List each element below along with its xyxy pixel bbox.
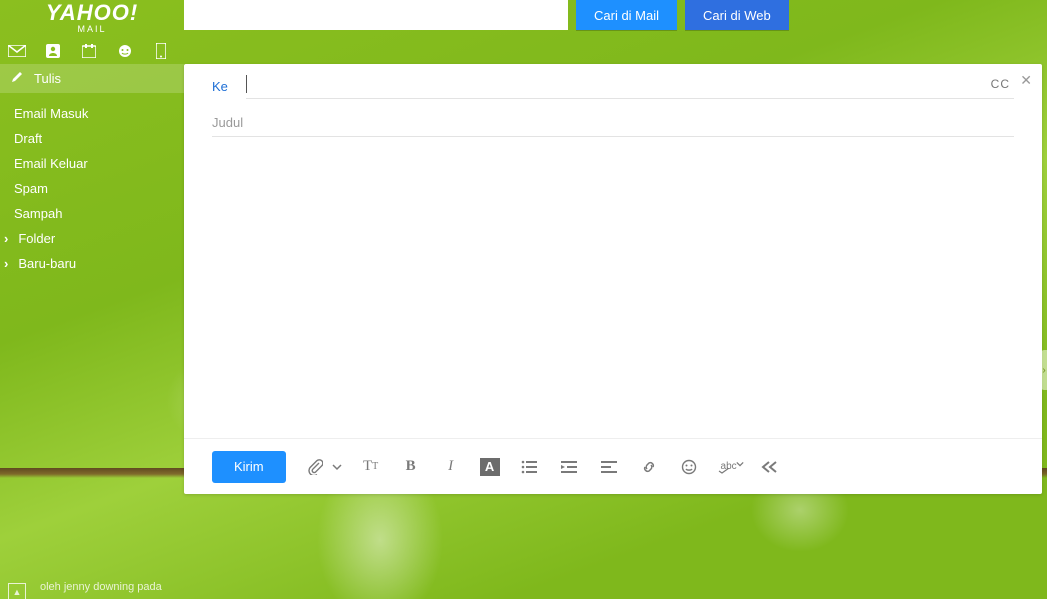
mobile-icon[interactable]: [152, 44, 170, 58]
compose-button[interactable]: Tulis: [0, 64, 184, 93]
font-size-icon[interactable]: TT: [360, 456, 382, 478]
search-input[interactable]: [184, 0, 568, 30]
search-mail-button[interactable]: Cari di Mail: [576, 0, 677, 30]
theme-image-icon[interactable]: ▲: [8, 583, 26, 599]
cc-button[interactable]: CC: [987, 77, 1014, 91]
align-icon[interactable]: [598, 456, 620, 478]
folder-trash[interactable]: Sampah: [0, 201, 184, 226]
italic-icon[interactable]: I: [440, 456, 462, 478]
pencil-icon: [10, 70, 24, 87]
body-editor[interactable]: [184, 145, 1042, 438]
font-color-icon[interactable]: A: [480, 458, 500, 476]
logo-subtext: MAIL: [0, 24, 184, 34]
logo[interactable]: YAHOO! MAIL: [0, 0, 184, 34]
expand-recent[interactable]: Baru-baru: [0, 251, 184, 276]
send-button[interactable]: Kirim: [212, 451, 286, 483]
folder-inbox[interactable]: Email Masuk: [0, 101, 184, 126]
link-icon[interactable]: [638, 456, 660, 478]
emoji-icon[interactable]: [678, 456, 700, 478]
text-cursor: [246, 75, 247, 93]
contacts-icon[interactable]: [44, 44, 62, 58]
compose-panel: ✕ Ke CC Kirim TT B I A: [184, 64, 1042, 494]
logo-text: YAHOO!: [0, 0, 184, 26]
collapse-toolbar-icon[interactable]: [758, 456, 780, 478]
close-icon[interactable]: ✕: [1020, 72, 1032, 89]
messenger-icon[interactable]: [116, 44, 134, 58]
bullet-list-icon[interactable]: [518, 456, 540, 478]
folder-spam[interactable]: Spam: [0, 176, 184, 201]
subject-field[interactable]: [212, 111, 1014, 137]
folder-sent[interactable]: Email Keluar: [0, 151, 184, 176]
spellcheck-icon[interactable]: abc: [718, 456, 740, 478]
theme-credit: oleh jenny downing pada: [40, 581, 162, 593]
to-field[interactable]: [251, 74, 987, 94]
search-web-button[interactable]: Cari di Web: [685, 0, 789, 30]
chevron-down-icon[interactable]: [332, 456, 342, 478]
compose-toolbar: Kirim TT B I A abc: [184, 438, 1042, 494]
right-panel-toggle[interactable]: ›: [1041, 350, 1047, 390]
expand-folders[interactable]: Folder: [0, 226, 184, 251]
indent-icon[interactable]: [558, 456, 580, 478]
mail-icon[interactable]: [8, 44, 26, 58]
bold-icon[interactable]: B: [400, 456, 422, 478]
compose-label: Tulis: [34, 71, 61, 86]
to-label: Ke: [212, 79, 234, 94]
sidebar: Tulis Email Masuk Draft Email Keluar Spa…: [0, 64, 184, 284]
folder-drafts[interactable]: Draft: [0, 126, 184, 151]
attach-icon[interactable]: [304, 456, 326, 478]
calendar-icon[interactable]: [80, 44, 98, 58]
